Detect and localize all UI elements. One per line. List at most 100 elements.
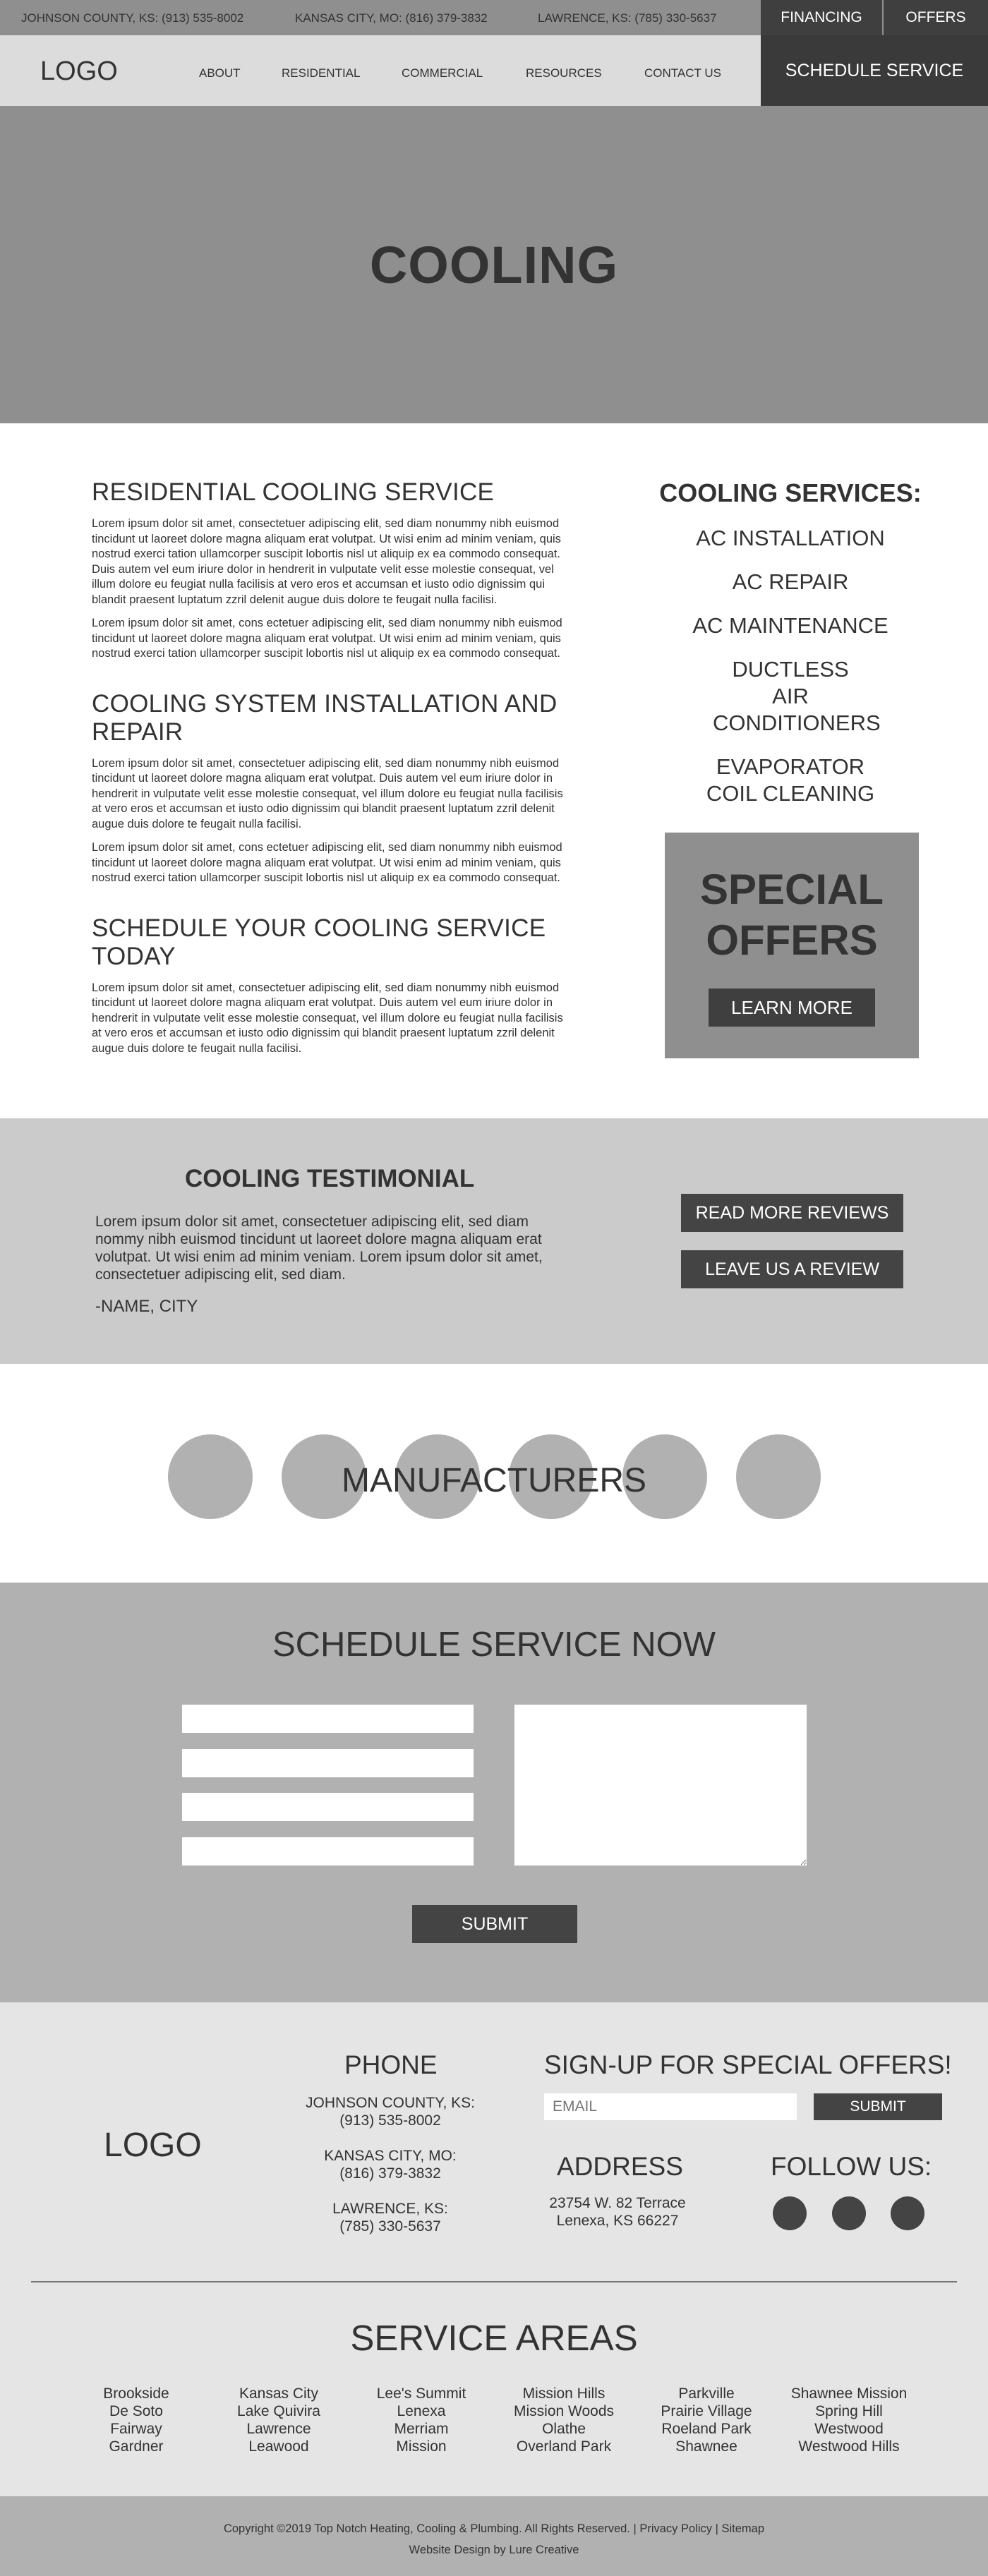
- footer-divider: [31, 2281, 957, 2282]
- signup-submit-button[interactable]: SUBMIT: [814, 2093, 942, 2120]
- phone-johnson-county[interactable]: JOHNSON COUNTY, KS: (913) 535-8002: [21, 11, 243, 25]
- form-message-field[interactable]: [514, 1705, 807, 1866]
- phone-label: LAWRENCE, KS:: [332, 2201, 448, 2217]
- special-offers-title: SPECIAL OFFERS: [665, 864, 919, 966]
- service-area-link[interactable]: Lawrence: [208, 2420, 349, 2438]
- email-input[interactable]: [544, 2093, 797, 2120]
- follow-title: FOLLOW US:: [771, 2152, 932, 2181]
- service-area-link[interactable]: Mission Hills: [493, 2385, 634, 2402]
- testimonial-author: -NAME, CITY: [95, 1297, 198, 1316]
- design-credit: Website Design by Lure Creative: [409, 2544, 579, 2556]
- copyright-text: Copyright ©2019 Top Notch Heating, Cooli…: [223, 2522, 765, 2535]
- service-area-link[interactable]: Westwood Hills: [778, 2438, 920, 2455]
- manufacturers-title: MANUFACTURERS: [341, 1462, 647, 1499]
- service-areas-title: SERVICE AREAS: [350, 2318, 638, 2358]
- nav-contact-us[interactable]: CONTACT US: [644, 66, 721, 80]
- address-line: Lenexa, KS 66227: [556, 2213, 679, 2229]
- service-area-link[interactable]: Olathe: [493, 2420, 634, 2438]
- service-area-link[interactable]: Shawnee: [636, 2438, 777, 2455]
- hero-title: COOLING: [369, 235, 619, 294]
- hero-banner: COOLING: [0, 106, 988, 423]
- service-link-ac-repair[interactable]: AC REPAIR: [639, 569, 942, 595]
- service-area-link[interactable]: Spring Hill: [778, 2402, 920, 2420]
- service-area-column: Brookside De Soto Fairway Gardner: [66, 2385, 207, 2455]
- nav-commercial[interactable]: COMMERCIAL: [402, 66, 483, 80]
- section-heading-schedule: SCHEDULE YOUR COOLING SERVICE TODAY: [92, 914, 546, 970]
- service-area-column: Parkville Prairie Village Roeland Park S…: [636, 2385, 777, 2455]
- phone-number: (785) 330-5637: [339, 2218, 441, 2235]
- sidebar-title: COOLING SERVICES:: [659, 478, 922, 507]
- footer-phone-kansas-city[interactable]: KANSAS CITY, MO: (816) 379-3832: [291, 2147, 489, 2182]
- nav-residential[interactable]: RESIDENTIAL: [282, 66, 360, 80]
- leave-review-button[interactable]: LEAVE US A REVIEW: [681, 1250, 903, 1288]
- service-area-link[interactable]: Roeland Park: [636, 2420, 777, 2438]
- paragraph: Lorem ipsum dolor sit amet, consectetuer…: [92, 517, 561, 606]
- service-area-link[interactable]: Shawnee Mission: [778, 2385, 920, 2402]
- testimonial-quote: Lorem ipsum dolor sit amet, consectetuer…: [95, 1214, 543, 1283]
- service-area-link[interactable]: Westwood: [778, 2420, 920, 2438]
- social-icon[interactable]: [832, 2196, 866, 2230]
- paragraph: Lorem ipsum dolor sit amet, consectetuer…: [92, 756, 563, 830]
- service-area-link[interactable]: Gardner: [66, 2438, 207, 2455]
- form-field-1[interactable]: [182, 1705, 474, 1733]
- footer-address: 23754 W. 82 Terrace Lenexa, KS 66227: [529, 2194, 706, 2230]
- logo[interactable]: LOGO: [40, 56, 118, 87]
- service-link-evaporator[interactable]: EVAPORATOR COIL CLEANING: [706, 754, 875, 807]
- footer-phone-lawrence[interactable]: LAWRENCE, KS: (785) 330-5637: [291, 2200, 489, 2235]
- top-bar: JOHNSON COUNTY, KS: (913) 535-8002 KANSA…: [0, 0, 988, 35]
- phone-title: PHONE: [344, 2050, 438, 2079]
- signup-title: SIGN-UP FOR SPECIAL OFFERS!: [544, 2050, 952, 2079]
- phone-lawrence[interactable]: LAWRENCE, KS: (785) 330-5637: [538, 11, 717, 25]
- nav-resources[interactable]: RESOURCES: [526, 66, 602, 80]
- main-nav: LOGO ABOUT RESIDENTIAL COMMERCIAL RESOUR…: [0, 35, 988, 106]
- offers-line-2: OFFERS: [706, 917, 878, 964]
- schedule-submit-button[interactable]: SUBMIT: [412, 1905, 577, 1943]
- service-area-link[interactable]: Lee's Summit: [351, 2385, 492, 2402]
- service-link-ac-installation[interactable]: AC INSTALLATION: [639, 525, 942, 552]
- manufacturers-section: MANUFACTURERS: [0, 1364, 988, 1583]
- address-line: 23754 W. 82 Terrace: [549, 2195, 686, 2211]
- service-area-link[interactable]: Mission Woods: [493, 2402, 634, 2420]
- address-title: ADDRESS: [557, 2152, 683, 2181]
- schedule-service-button[interactable]: SCHEDULE SERVICE: [761, 35, 988, 106]
- service-area-column: Mission Hills Mission Woods Olathe Overl…: [493, 2385, 634, 2455]
- service-area-link[interactable]: Merriam: [351, 2420, 492, 2438]
- footer: LOGO PHONE JOHNSON COUNTY, KS: (913) 535…: [0, 2002, 988, 2496]
- service-area-link[interactable]: Kansas City: [208, 2385, 349, 2402]
- phone-kansas-city[interactable]: KANSAS CITY, MO: (816) 379-3832: [295, 11, 488, 25]
- service-area-link[interactable]: Fairway: [66, 2420, 207, 2438]
- schedule-title: SCHEDULE SERVICE NOW: [272, 1626, 716, 1664]
- service-area-link[interactable]: Prairie Village: [636, 2402, 777, 2420]
- section-heading-installation: COOLING SYSTEM INSTALLATION AND REPAIR: [92, 689, 558, 746]
- footer-phone-johnson[interactable]: JOHNSON COUNTY, KS: (913) 535-8002: [291, 2094, 489, 2129]
- nav-about[interactable]: ABOUT: [199, 66, 241, 80]
- service-area-link[interactable]: Lake Quivira: [208, 2402, 349, 2420]
- service-area-link[interactable]: Lenexa: [351, 2402, 492, 2420]
- service-area-link[interactable]: Overland Park: [493, 2438, 634, 2455]
- phone-label: JOHNSON COUNTY, KS:: [306, 2095, 475, 2111]
- read-more-reviews-button[interactable]: READ MORE REVIEWS: [681, 1194, 903, 1232]
- service-area-link[interactable]: Brookside: [66, 2385, 207, 2402]
- service-area-link[interactable]: De Soto: [66, 2402, 207, 2420]
- footer-logo[interactable]: LOGO: [104, 2126, 202, 2165]
- form-field-4[interactable]: [182, 1837, 474, 1866]
- service-link-ac-maintenance[interactable]: AC MAINTENANCE: [639, 612, 942, 639]
- phone-number: (913) 535-8002: [339, 2112, 441, 2129]
- offers-button[interactable]: OFFERS: [884, 0, 988, 35]
- form-field-2[interactable]: [182, 1749, 474, 1777]
- service-area-column: Kansas City Lake Quivira Lawrence Leawoo…: [208, 2385, 349, 2455]
- financing-button[interactable]: FINANCING: [761, 0, 882, 35]
- learn-more-button[interactable]: LEARN MORE: [709, 988, 875, 1027]
- service-link-ductless[interactable]: DUCTLESS AIR CONDITIONERS: [713, 656, 881, 737]
- schedule-service-section: SCHEDULE SERVICE NOW SUBMIT: [0, 1583, 988, 2002]
- service-area-link[interactable]: Leawood: [208, 2438, 349, 2455]
- service-area-column: Lee's Summit Lenexa Merriam Mission: [351, 2385, 492, 2455]
- social-icon[interactable]: [773, 2196, 807, 2230]
- form-field-3[interactable]: [182, 1793, 474, 1821]
- article: RESIDENTIAL COOLING SERVICE Lorem ipsum …: [92, 478, 575, 1065]
- social-icon[interactable]: [891, 2196, 924, 2230]
- service-area-link[interactable]: Parkville: [636, 2385, 777, 2402]
- testimonial-title: COOLING TESTIMONIAL: [185, 1165, 475, 1192]
- special-offers-box: SPECIAL OFFERS LEARN MORE: [665, 833, 919, 1058]
- service-area-link[interactable]: Mission: [351, 2438, 492, 2455]
